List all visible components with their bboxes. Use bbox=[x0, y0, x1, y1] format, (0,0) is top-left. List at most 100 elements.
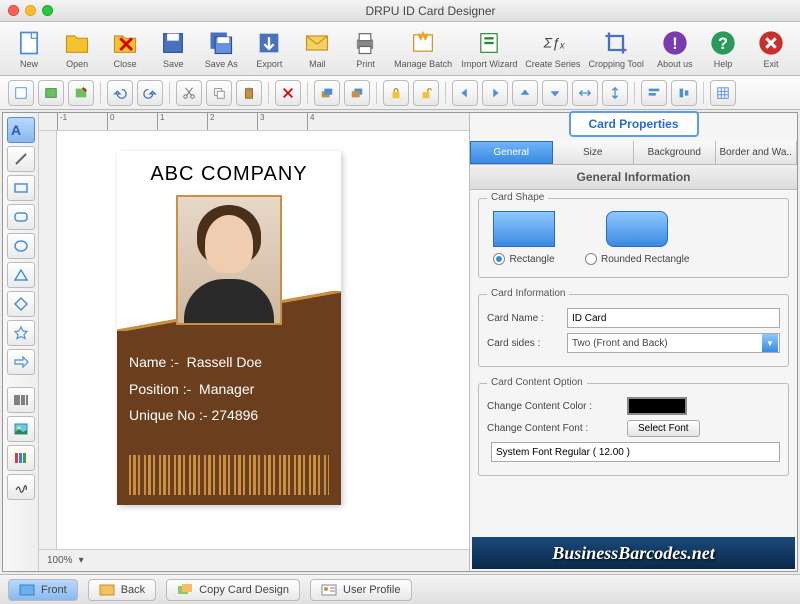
canvas-area: -101234 ABC COMPANY Name :- Rassell Doe bbox=[39, 113, 469, 571]
export-button[interactable]: Export bbox=[246, 25, 292, 73]
card-unique-label: Unique No :- bbox=[129, 407, 208, 423]
tab-size[interactable]: Size bbox=[553, 141, 635, 164]
align-btn-1[interactable] bbox=[641, 80, 667, 106]
card-company: ABC COMPANY bbox=[117, 163, 341, 186]
arrow-tool[interactable] bbox=[7, 349, 35, 375]
watermark: BusinessBarcodes.net bbox=[472, 537, 795, 569]
layer-btn-1[interactable] bbox=[314, 80, 340, 106]
align-v-icon[interactable] bbox=[602, 80, 628, 106]
user-profile-button[interactable]: User Profile bbox=[310, 579, 411, 601]
copy-button[interactable] bbox=[206, 80, 232, 106]
saveas-label: Save As bbox=[205, 59, 238, 69]
save-button[interactable]: Save bbox=[150, 25, 196, 73]
print-button[interactable]: Print bbox=[342, 25, 388, 73]
select-font-button[interactable]: Select Font bbox=[627, 420, 700, 437]
createseries-button[interactable]: ΣƒₓCreate Series bbox=[523, 25, 582, 73]
content-color-swatch[interactable] bbox=[627, 397, 687, 415]
align-btn-2[interactable] bbox=[671, 80, 697, 106]
content-color-label: Change Content Color : bbox=[487, 401, 627, 412]
importwizard-label: Import Wizard bbox=[461, 59, 517, 69]
arrow-left-icon[interactable] bbox=[452, 80, 478, 106]
unlock-button[interactable] bbox=[413, 80, 439, 106]
shape-rounded-preview[interactable] bbox=[606, 211, 668, 247]
content-font-label: Change Content Font : bbox=[487, 423, 627, 434]
barcode-tool[interactable] bbox=[7, 387, 35, 413]
tab-border[interactable]: Border and Wa.. bbox=[716, 141, 798, 164]
close-button[interactable]: Close bbox=[102, 25, 148, 73]
library-tool[interactable] bbox=[7, 445, 35, 471]
delete-button[interactable] bbox=[275, 80, 301, 106]
image-tool[interactable] bbox=[7, 416, 35, 442]
signature-tool[interactable] bbox=[7, 474, 35, 500]
radio-rounded[interactable] bbox=[585, 253, 597, 265]
layer-btn-2[interactable] bbox=[344, 80, 370, 106]
svg-text:A: A bbox=[11, 122, 21, 138]
mail-label: Mail bbox=[309, 59, 326, 69]
left-tool-palette: A bbox=[3, 113, 39, 571]
aboutus-label: About us bbox=[657, 59, 693, 69]
copy-card-button[interactable]: Copy Card Design bbox=[166, 579, 300, 601]
radio-rectangle[interactable] bbox=[493, 253, 505, 265]
managebatch-label: Manage Batch bbox=[394, 59, 452, 69]
managebatch-button[interactable]: Manage Batch bbox=[391, 25, 456, 73]
mail-button[interactable]: Mail bbox=[294, 25, 340, 73]
redo-button[interactable] bbox=[137, 80, 163, 106]
align-h-icon[interactable] bbox=[572, 80, 598, 106]
id-card-preview[interactable]: ABC COMPANY Name :- Rassell Doe Position… bbox=[117, 151, 341, 505]
card-photo bbox=[176, 195, 282, 325]
minimize-window-icon[interactable] bbox=[25, 5, 36, 16]
tool-btn-1[interactable] bbox=[8, 80, 34, 106]
open-button[interactable]: Open bbox=[54, 25, 100, 73]
card-name-value: Rassell Doe bbox=[187, 354, 262, 370]
font-display-input[interactable] bbox=[491, 442, 780, 462]
card-unique-value: 274896 bbox=[211, 407, 258, 423]
exit-button[interactable]: Exit bbox=[748, 25, 794, 73]
diamond-tool[interactable] bbox=[7, 291, 35, 317]
window-controls bbox=[0, 5, 61, 16]
save-label: Save bbox=[163, 59, 184, 69]
open-label: Open bbox=[66, 59, 88, 69]
radio-rounded-label: Rounded Rectangle bbox=[601, 254, 689, 265]
close-label: Close bbox=[114, 59, 137, 69]
secondary-toolbar bbox=[0, 76, 800, 110]
createseries-label: Create Series bbox=[525, 59, 580, 69]
back-button[interactable]: Back bbox=[88, 579, 156, 601]
tab-background[interactable]: Background bbox=[634, 141, 716, 164]
arrow-up-icon[interactable] bbox=[512, 80, 538, 106]
tab-general[interactable]: General bbox=[470, 141, 553, 164]
svg-text:!: ! bbox=[672, 34, 677, 52]
shape-rectangle-preview[interactable] bbox=[493, 211, 555, 247]
saveas-button[interactable]: Save As bbox=[198, 25, 244, 73]
triangle-tool[interactable] bbox=[7, 262, 35, 288]
croppingtool-button[interactable]: Cropping Tool bbox=[585, 25, 648, 73]
close-window-icon[interactable] bbox=[8, 5, 19, 16]
arrow-right-icon[interactable] bbox=[482, 80, 508, 106]
aboutus-button[interactable]: ! About us bbox=[652, 25, 698, 73]
tool-btn-2[interactable] bbox=[38, 80, 64, 106]
ellipse-tool[interactable] bbox=[7, 233, 35, 259]
text-tool[interactable]: A bbox=[7, 117, 35, 143]
star-tool[interactable] bbox=[7, 320, 35, 346]
arrow-down-icon[interactable] bbox=[542, 80, 568, 106]
grid-icon[interactable] bbox=[710, 80, 736, 106]
card-sides-select[interactable]: Two (Front and Back)▼ bbox=[567, 333, 780, 353]
lock-button[interactable] bbox=[383, 80, 409, 106]
roundrect-tool[interactable] bbox=[7, 204, 35, 230]
card-shape-legend: Card Shape bbox=[487, 192, 548, 203]
cut-button[interactable] bbox=[176, 80, 202, 106]
tool-btn-3[interactable] bbox=[68, 80, 94, 106]
maximize-window-icon[interactable] bbox=[42, 5, 53, 16]
line-tool[interactable] bbox=[7, 146, 35, 172]
titlebar: DRPU ID Card Designer bbox=[0, 0, 800, 22]
card-info: Name :- Rassell Doe Position :- Manager … bbox=[129, 349, 329, 429]
front-button[interactable]: Front bbox=[8, 579, 78, 601]
undo-button[interactable] bbox=[107, 80, 133, 106]
help-button[interactable]: ?Help bbox=[700, 25, 746, 73]
rect-tool[interactable] bbox=[7, 175, 35, 201]
card-name-input[interactable] bbox=[567, 308, 780, 328]
properties-header: Card Properties bbox=[568, 111, 698, 137]
zoom-display[interactable]: 100%▾ bbox=[39, 549, 469, 571]
new-button[interactable]: New bbox=[6, 25, 52, 73]
importwizard-button[interactable]: Import Wizard bbox=[458, 25, 521, 73]
paste-button[interactable] bbox=[236, 80, 262, 106]
